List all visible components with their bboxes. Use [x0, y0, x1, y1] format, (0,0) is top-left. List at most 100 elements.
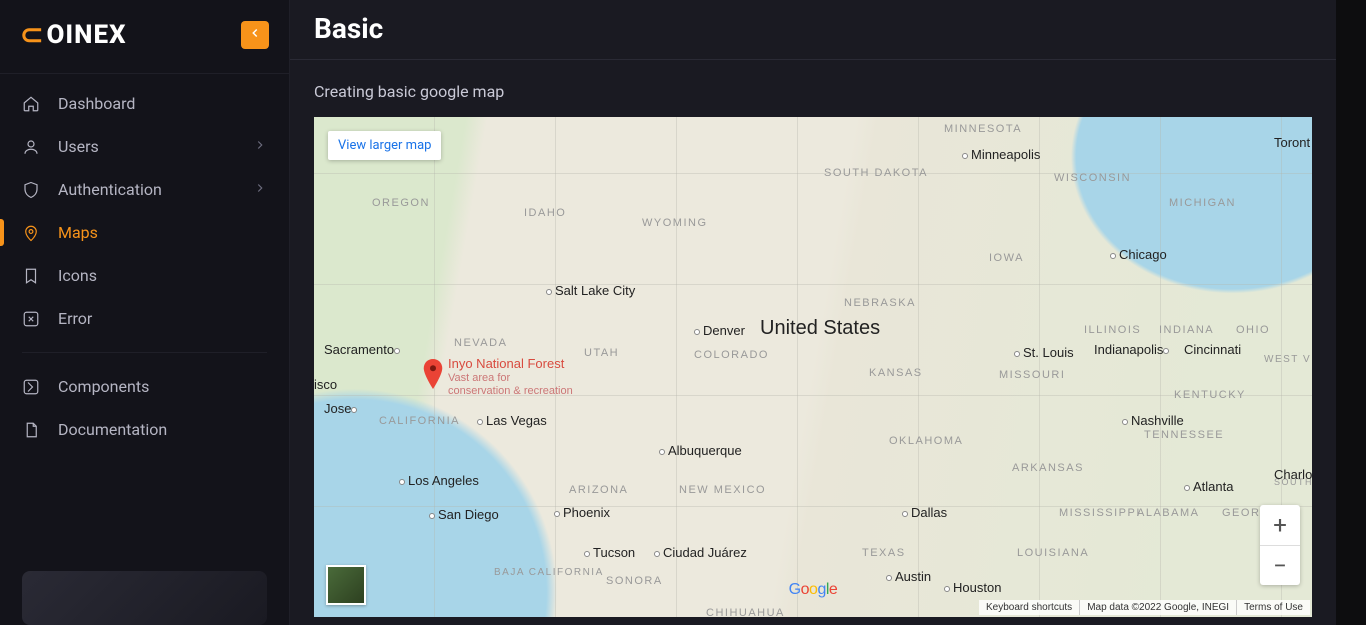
city-label[interactable]: Tucson — [584, 545, 635, 560]
sidebar-item-users[interactable]: Users — [0, 125, 289, 168]
bookmark-icon — [22, 267, 40, 285]
state-label: IOWA — [989, 252, 1024, 264]
brand-logo[interactable]: ⊂ OINEX — [20, 18, 127, 51]
state-label: OKLAHOMA — [889, 435, 963, 447]
city-label[interactable]: Minneapolis — [962, 147, 1040, 162]
zoom-out-button[interactable]: − — [1260, 545, 1300, 585]
state-label: NEVADA — [454, 337, 507, 349]
city-label[interactable]: Indianapolis — [1094, 342, 1172, 357]
sidebar-item-icons[interactable]: Icons — [0, 254, 289, 297]
arrow-left-icon — [248, 25, 262, 44]
brand-c-icon: ⊂ — [20, 18, 44, 51]
city-label[interactable]: Atlanta — [1184, 479, 1233, 494]
nav-label: Dashboard — [58, 94, 135, 113]
map-marker[interactable]: Inyo National Forest Vast area for conse… — [422, 359, 444, 393]
state-label: ARIZONA — [569, 484, 628, 496]
state-label: ILLINOIS — [1084, 324, 1141, 336]
city-label[interactable]: Nashville — [1122, 413, 1184, 428]
chevron-right-icon — [253, 180, 267, 199]
city-label[interactable]: Denver — [694, 323, 745, 338]
city-label[interactable]: Phoenix — [554, 505, 610, 520]
sidebar-collapse-button[interactable] — [241, 21, 269, 49]
state-label: BAJA CALIFORNIA — [494, 567, 604, 578]
sidebar-item-documentation[interactable]: Documentation — [0, 408, 289, 451]
nav-label: Icons — [58, 266, 97, 285]
state-label: MISSOURI — [999, 369, 1065, 381]
sidebar-item-dashboard[interactable]: Dashboard — [0, 82, 289, 125]
city-label[interactable]: Jose — [324, 401, 360, 416]
state-label: UTAH — [584, 347, 619, 359]
nav-label: Error — [58, 309, 92, 328]
state-label: ALABAMA — [1137, 507, 1199, 519]
city-label[interactable]: Austin — [886, 569, 931, 584]
state-label: KENTUCKY — [1174, 389, 1246, 401]
sidebar: ⊂ OINEX Dashboard Users — [0, 0, 290, 625]
city-label[interactable]: Chicago — [1110, 247, 1167, 262]
chevron-right-icon — [253, 137, 267, 156]
page-title: Basic — [290, 0, 1336, 60]
country-label: United States — [760, 317, 880, 340]
state-label: SOUTH DAKOTA — [824, 167, 928, 179]
state-label: OREGON — [372, 197, 430, 209]
x-square-icon — [22, 310, 40, 328]
marker-title: Inyo National Forest — [448, 357, 573, 372]
map-pin-icon — [22, 224, 40, 242]
logo-row: ⊂ OINEX — [0, 0, 289, 73]
components-icon — [22, 378, 40, 396]
city-label[interactable]: Los Angeles — [399, 473, 479, 488]
page-subtitle: Creating basic google map — [290, 60, 1336, 117]
state-label: MINNESOTA — [944, 123, 1022, 135]
sidebar-item-authentication[interactable]: Authentication — [0, 168, 289, 211]
city-label[interactable]: isco — [314, 377, 337, 392]
state-label: MICHIGAN — [1169, 197, 1236, 209]
map-footer: Keyboard shortcuts Map data ©2022 Google… — [979, 600, 1310, 615]
city-label[interactable]: Albuquerque — [659, 443, 742, 458]
city-label[interactable]: Cincinnati — [1184, 342, 1241, 357]
state-label: SONORA — [606, 575, 663, 587]
file-icon — [22, 421, 40, 439]
main-content: Basic Creating basic google map View lar… — [290, 0, 1366, 625]
map-container[interactable]: View larger map United States OREGON IDA… — [314, 117, 1312, 617]
city-label[interactable]: Ciudad Juárez — [654, 545, 747, 560]
map-data-text: Map data ©2022 Google, INEGI — [1079, 600, 1236, 615]
sidebar-item-maps[interactable]: Maps — [0, 211, 289, 254]
city-label[interactable]: Sacramento — [324, 342, 403, 357]
city-label[interactable]: San Diego — [429, 507, 499, 522]
state-label: LOUISIANA — [1017, 547, 1089, 559]
city-label[interactable]: Houston — [944, 580, 1001, 595]
state-label: WISCONSIN — [1054, 172, 1131, 184]
marker-subtitle: conservation & recreation — [448, 385, 573, 398]
sidebar-promo-card[interactable] — [22, 571, 267, 625]
state-label: NEBRASKA — [844, 297, 916, 309]
scrollbar[interactable] — [1336, 0, 1366, 625]
city-label[interactable]: Charlott — [1274, 467, 1312, 482]
state-label: IDAHO — [524, 207, 566, 219]
nav-label: Users — [58, 137, 99, 156]
nav-primary: Dashboard Users Authentication Maps — [0, 73, 289, 451]
state-label: TENNESSEE — [1144, 429, 1224, 441]
terms-link[interactable]: Terms of Use — [1236, 600, 1310, 615]
home-icon — [22, 95, 40, 113]
city-label[interactable]: Salt Lake City — [546, 283, 635, 298]
user-icon — [22, 138, 40, 156]
google-logo: Google — [789, 581, 838, 599]
view-larger-map-button[interactable]: View larger map — [328, 131, 441, 160]
state-label: ARKANSAS — [1012, 462, 1084, 474]
city-label[interactable]: Dallas — [902, 505, 947, 520]
state-label: WEST VIRGINI — [1264, 354, 1312, 365]
city-label[interactable]: St. Louis — [1014, 345, 1074, 360]
sidebar-item-error[interactable]: Error — [0, 297, 289, 340]
state-label: CALIFORNIA — [379, 415, 460, 427]
satellite-toggle[interactable] — [326, 565, 366, 605]
city-label[interactable]: Toront — [1274, 135, 1310, 150]
state-label: NEW MEXICO — [679, 484, 766, 496]
sidebar-item-components[interactable]: Components — [0, 365, 289, 408]
nav-separator — [22, 352, 267, 353]
zoom-in-button[interactable]: + — [1260, 505, 1300, 545]
city-label[interactable]: Las Vegas — [477, 413, 547, 428]
nav-label: Authentication — [58, 180, 162, 199]
content-card: Basic Creating basic google map View lar… — [290, 0, 1336, 625]
state-label: COLORADO — [694, 349, 769, 361]
keyboard-shortcuts-link[interactable]: Keyboard shortcuts — [979, 600, 1079, 615]
state-label: MISSISSIPPI — [1059, 507, 1141, 519]
